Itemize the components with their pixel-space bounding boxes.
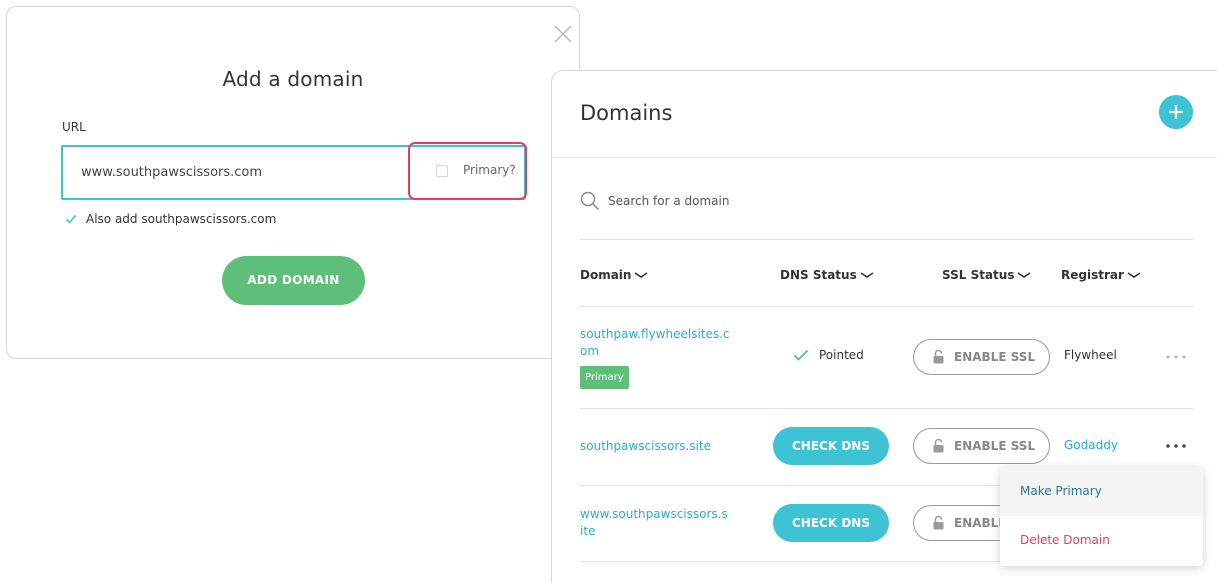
domain-link[interactable]: southpawscissors.site bbox=[580, 438, 750, 455]
domain-name-line: om bbox=[580, 344, 600, 358]
domain-name-line: southpawscissors.site bbox=[580, 439, 711, 453]
column-header-label: Domain bbox=[580, 268, 632, 282]
modal-title: Add a domain bbox=[222, 67, 364, 91]
domain-name-line: www.southpawscissors.s bbox=[580, 507, 728, 521]
chevron-down-icon bbox=[1018, 272, 1031, 278]
also-add-checkbox[interactable] bbox=[64, 212, 78, 226]
column-header-registrar[interactable]: Registrar bbox=[1061, 268, 1141, 282]
close-icon[interactable] bbox=[552, 23, 574, 45]
url-label: URL bbox=[62, 120, 86, 134]
unlock-icon bbox=[933, 516, 944, 530]
enable-ssl-label: ENABLE SSL bbox=[954, 439, 1036, 453]
column-header-ssl-status[interactable]: SSL Status bbox=[942, 268, 1031, 282]
domain-link[interactable]: www.southpawscissors.s ite bbox=[580, 506, 750, 540]
unlock-icon bbox=[933, 350, 944, 364]
url-value: www.southpawscissors.com bbox=[81, 165, 263, 180]
search-icon bbox=[580, 191, 600, 211]
primary-checkbox[interactable] bbox=[436, 165, 448, 177]
enable-ssl-label: ENABLE SSL bbox=[954, 350, 1036, 364]
checkmark-icon bbox=[793, 349, 809, 361]
row-divider bbox=[580, 408, 1193, 409]
column-header-domain[interactable]: Domain bbox=[580, 268, 648, 282]
enable-ssl-button[interactable]: ENABLE SSL bbox=[913, 339, 1050, 375]
registrar-link[interactable]: Godaddy bbox=[1064, 438, 1118, 452]
unlock-icon bbox=[933, 439, 944, 453]
primary-badge: Primary bbox=[580, 366, 629, 389]
chevron-down-icon bbox=[635, 272, 648, 278]
more-options-icon[interactable] bbox=[1165, 441, 1187, 451]
domain-name-line: southpaw.flywheelsites.c bbox=[580, 327, 730, 341]
add-domain-plus-button[interactable] bbox=[1159, 95, 1193, 129]
domain-name-line: ite bbox=[580, 524, 596, 538]
chevron-down-icon bbox=[860, 272, 874, 278]
header-divider bbox=[552, 157, 1217, 158]
column-header-label: Registrar bbox=[1061, 268, 1124, 282]
make-primary-menu-item[interactable]: Make Primary bbox=[1000, 467, 1203, 516]
add-domain-button[interactable]: ADD DOMAIN bbox=[222, 256, 365, 305]
column-header-dns-status[interactable]: DNS Status bbox=[780, 268, 874, 282]
search-divider bbox=[580, 239, 1193, 240]
header-row-divider bbox=[580, 306, 1193, 307]
more-options-icon[interactable] bbox=[1165, 352, 1187, 362]
search-bar bbox=[580, 191, 908, 211]
row-options-menu: Make Primary Delete Domain bbox=[1000, 467, 1203, 566]
dns-status: Pointed bbox=[793, 348, 864, 362]
check-dns-button[interactable]: CHECK DNS bbox=[773, 504, 889, 542]
primary-label: Primary? bbox=[463, 163, 516, 177]
column-header-label: SSL Status bbox=[942, 268, 1015, 282]
enable-ssl-button[interactable]: ENABLE SSL bbox=[913, 428, 1050, 464]
search-input[interactable] bbox=[608, 194, 908, 208]
primary-checkbox-highlight[interactable]: Primary? bbox=[408, 142, 527, 200]
also-add-label: Also add southpawscissors.com bbox=[86, 212, 277, 226]
check-dns-button[interactable]: CHECK DNS bbox=[773, 427, 889, 465]
domain-link[interactable]: southpaw.flywheelsites.c om Primary bbox=[580, 326, 750, 389]
dns-status-label: Pointed bbox=[819, 348, 864, 362]
add-domain-modal: Add a domain URL www.southpawscissors.co… bbox=[6, 6, 580, 359]
registrar-name: Flywheel bbox=[1064, 348, 1117, 362]
page-title: Domains bbox=[580, 101, 673, 125]
also-add-row: Also add southpawscissors.com bbox=[64, 212, 276, 226]
column-header-label: DNS Status bbox=[780, 268, 857, 282]
url-input[interactable]: www.southpawscissors.com Primary? bbox=[61, 142, 527, 200]
chevron-down-icon bbox=[1127, 272, 1141, 278]
delete-domain-menu-item[interactable]: Delete Domain bbox=[1000, 516, 1203, 565]
